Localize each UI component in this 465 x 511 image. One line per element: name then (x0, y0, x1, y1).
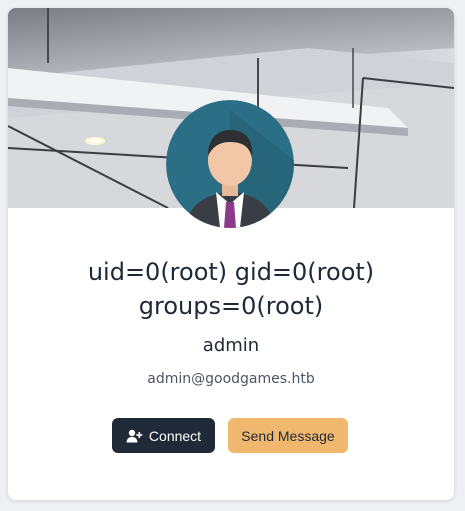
profile-email: admin@goodgames.htb (147, 371, 315, 387)
profile-title-line2: groups=0(root) (138, 292, 324, 320)
user-avatar (166, 100, 294, 228)
profile-card: uid=0(root) gid=0(root) groups=0(root) a… (8, 8, 454, 500)
profile-title-line1: uid=0(root) gid=0(root) (87, 258, 375, 286)
profile-username: admin (202, 335, 260, 356)
user-plus-icon (126, 429, 143, 443)
send-message-label: Send Message (241, 427, 335, 444)
connect-button[interactable]: Connect (112, 418, 215, 453)
send-message-button[interactable]: Send Message (228, 418, 348, 453)
profile-title: uid=0(root) gid=0(root) groups=0(root) (8, 255, 454, 323)
connect-button-label: Connect (148, 427, 202, 444)
